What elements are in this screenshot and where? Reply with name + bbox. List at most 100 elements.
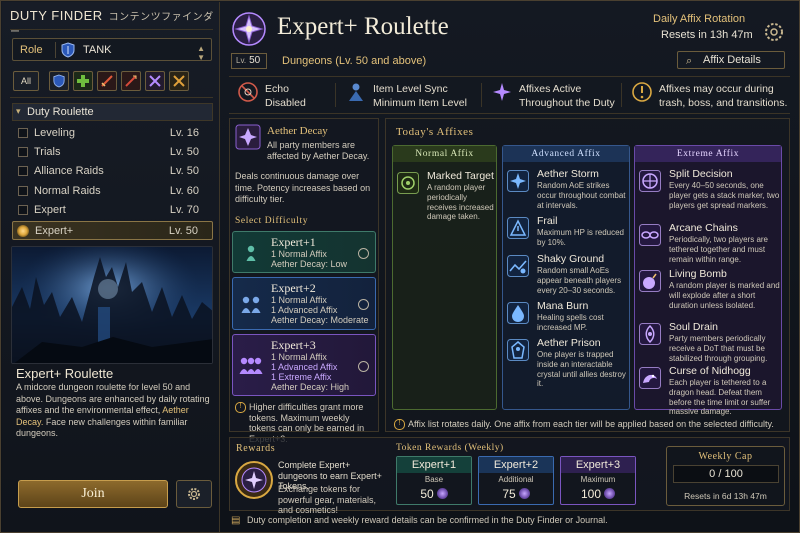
duty-level: Lv. 70 <box>169 204 199 216</box>
checkbox[interactable] <box>18 128 28 138</box>
duty-name: Expert <box>34 204 66 216</box>
difficulty-detail: 1 Normal Affix <box>271 295 327 305</box>
warning-icon <box>632 82 652 102</box>
duty-item[interactable]: Trials Lv. 50 <box>12 143 213 162</box>
duty-item[interactable]: Alliance Raids Lv. 50 <box>12 162 213 181</box>
token-value: 75 <box>479 487 553 501</box>
aether-decay-title: Aether Decay <box>267 125 328 137</box>
divider <box>335 83 336 107</box>
token-tier: Expert+3 <box>561 457 635 473</box>
selected-radio-icon[interactable] <box>17 225 29 237</box>
token-coin-icon <box>604 488 616 499</box>
duty-name: Trials <box>34 146 61 158</box>
affix-description: A random player periodically receives in… <box>427 183 494 222</box>
level-badge: Lv. 50 <box>231 53 267 69</box>
role-label: Role <box>20 44 43 56</box>
difficulty-radio[interactable] <box>358 299 369 310</box>
curse-of-nidhogg-icon <box>639 367 661 389</box>
filter-melee-button[interactable] <box>97 71 117 91</box>
duty-name: Leveling <box>34 127 75 139</box>
settings-button[interactable] <box>176 480 212 508</box>
aether-decay-icon <box>235 124 261 150</box>
arcane-chains-icon <box>639 224 661 246</box>
search-icon: ⌕ <box>686 55 693 67</box>
token-rewards-title: Token Rewards (Weekly) <box>396 443 504 453</box>
shaky-ground-icon <box>507 255 529 277</box>
affix-name: Soul Drain <box>669 321 719 333</box>
description-text: A midcore dungeon roulette for level 50 … <box>16 382 210 438</box>
normal-affix-header: Normal Affix <box>393 146 496 162</box>
difficulty-detail: Aether Decay: Moderate <box>271 315 369 325</box>
token-reward-card: Expert+2 Additional 75 <box>478 456 554 505</box>
difficulty-detail: 1 Advanced Affix <box>271 362 338 372</box>
filter-caster-button[interactable] <box>145 71 165 91</box>
advanced-affix-header: Advanced Affix <box>503 146 629 162</box>
difficulty-option[interactable]: Expert+1 1 Normal Affix Aether Decay: Low <box>232 231 376 273</box>
dps-ranged-icon <box>125 75 137 87</box>
duty-item[interactable]: Expert+ Lv. 50 <box>12 221 213 240</box>
tank-shield-icon <box>61 42 75 58</box>
difficulty-detail: 1 Advanced Affix <box>271 305 338 315</box>
affix-description: Random AoE strikes occur throughout comb… <box>537 181 626 210</box>
difficulty-option[interactable]: Expert+2 1 Normal Affix 1 Advanced Affix Ae… <box>232 277 376 330</box>
frail-icon <box>507 217 529 239</box>
duty-item[interactable]: Expert Lv. 70 <box>12 201 213 220</box>
affix-name: Split Decision <box>669 168 733 180</box>
token-value: 100 <box>561 487 635 501</box>
expert-token-icon <box>235 461 273 499</box>
difficulty-radio[interactable] <box>358 360 369 372</box>
mana-burn-icon <box>507 302 529 324</box>
duty-name: Normal Raids <box>34 185 101 197</box>
token-label: Base <box>424 475 444 484</box>
weekly-cap-box: Weekly Cap 0 / 100 Resets in 6d 13h 47m <box>666 446 785 506</box>
filter-tank-button[interactable] <box>49 71 69 91</box>
affix-description: Maximum HP is reduced by 10%. <box>537 228 624 247</box>
checkbox[interactable] <box>18 186 28 196</box>
party-members-icon <box>246 245 256 261</box>
affix-details-button[interactable]: ⌕ Affix Details <box>677 51 785 69</box>
checkbox[interactable] <box>18 166 28 176</box>
role-select[interactable]: Role TANK ▲ ▼ <box>12 38 212 62</box>
checkbox[interactable] <box>18 147 28 157</box>
aether-prison-icon <box>507 339 529 361</box>
duty-level: Lv. 16 <box>169 127 199 139</box>
difficulty-name: Expert+3 <box>271 338 316 352</box>
dungeon-artwork <box>11 246 213 364</box>
affix-description: Each player is tethered to a dragon head… <box>669 378 771 417</box>
dps-caster-icon <box>149 75 161 87</box>
divider <box>10 97 213 98</box>
weekly-cap-value: 0 / 100 <box>673 465 779 483</box>
filter-healer-button[interactable] <box>73 71 93 91</box>
difficulty-radio[interactable] <box>358 247 369 259</box>
info-text: Item Level Sync Minimum Item Level <box>373 83 467 109</box>
divider <box>621 83 622 107</box>
info-text: Affixes Active Throughout the Duty <box>519 83 615 109</box>
divider <box>10 29 213 30</box>
affix-name: Arcane Chains <box>669 222 738 234</box>
filter-physical-button[interactable] <box>169 71 189 91</box>
info-text: Affixes may occur during trash, boss, and… <box>659 83 788 109</box>
rewards-panel: Rewards Complete Expert+ dungeons to ear… <box>229 437 790 515</box>
token-coin-icon <box>436 488 448 499</box>
token-reward-card: Expert+1 Base 50 <box>396 456 472 505</box>
marked-target-icon <box>397 172 419 194</box>
duty-level: Lv. 50 <box>168 225 198 237</box>
window-title: DUTY FINDER コンテンツファインダー <box>10 8 214 38</box>
affix-description: Periodically, two players are tethered t… <box>669 235 769 264</box>
duty-roulette-category[interactable]: Duty Roulette <box>12 103 213 121</box>
duty-item[interactable]: Normal Raids Lv. 60 <box>12 182 213 201</box>
divider <box>229 76 790 77</box>
filter-ranged-button[interactable] <box>121 71 141 91</box>
book-icon: ▤ <box>231 515 241 526</box>
join-button[interactable]: Join <box>18 480 168 508</box>
affix-name: Aether Prison <box>537 337 601 349</box>
checkbox[interactable] <box>18 205 28 215</box>
todays-affixes-panel: Today's Affixes Normal Affix Marked Targ… <box>385 118 790 432</box>
difficulty-option[interactable]: Expert+3 1 Normal Affix 1 Advanced Affix 1 … <box>232 334 376 396</box>
rewards-exchange-text: Exchange tokens for powerful gear, mater… <box>278 484 377 515</box>
duty-item[interactable]: Leveling Lv. 16 <box>12 124 213 143</box>
affix-description: One player is trapped inside an interact… <box>537 350 626 389</box>
aether-decay-subtitle: All party members are affected by Aether… <box>267 140 370 161</box>
healer-cross-icon <box>77 75 89 87</box>
filter-all-button[interactable]: All <box>13 71 39 91</box>
